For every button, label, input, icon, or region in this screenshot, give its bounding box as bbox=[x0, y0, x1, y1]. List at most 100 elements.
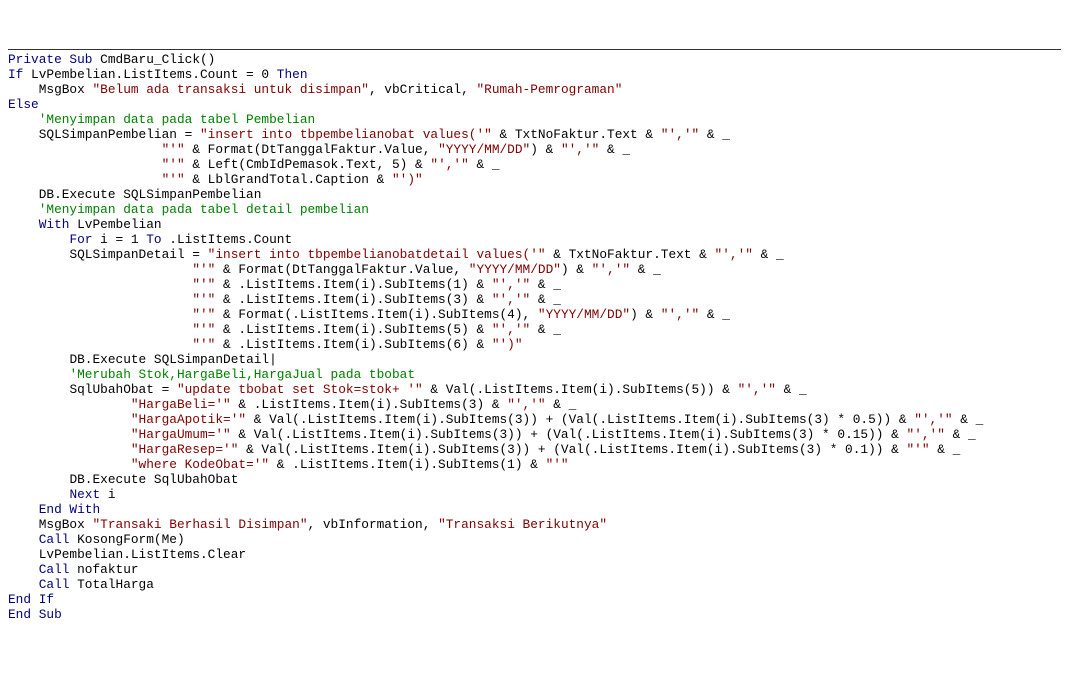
string-token: "','" bbox=[661, 127, 699, 142]
string-token: "','" bbox=[507, 397, 545, 412]
string-token: "YYYY/MM/DD" bbox=[538, 307, 630, 322]
ident-token: & Val(.ListItems.Item(i).SubItems(3)) + … bbox=[238, 442, 906, 457]
ident-token: KosongForm(Me) bbox=[69, 532, 184, 547]
code-line: End With bbox=[8, 502, 1061, 517]
ident-token: & Format(.ListItems.Item(i).SubItems(4), bbox=[215, 307, 538, 322]
code-line: "HargaResep='" & Val(.ListItems.Item(i).… bbox=[8, 442, 1061, 457]
string-token: "'" bbox=[192, 262, 215, 277]
string-token: "','" bbox=[492, 277, 530, 292]
ident-token: i = 1 bbox=[92, 232, 146, 247]
ident-token: & Val(.ListItems.Item(i).SubItems(3)) + … bbox=[246, 412, 914, 427]
ident-token: & _ bbox=[599, 142, 630, 157]
string-token: "'" bbox=[907, 442, 930, 457]
ident-token: & .ListItems.Item(i).SubItems(6) & bbox=[215, 337, 491, 352]
string-token: "')" bbox=[392, 172, 423, 187]
string-token: "YYYY/MM/DD" bbox=[469, 262, 561, 277]
code-line: Call nofaktur bbox=[8, 562, 1061, 577]
string-token: "'" bbox=[192, 277, 215, 292]
keyword-token: Private Sub bbox=[8, 52, 92, 67]
ident-token: & Left(CmbIdPemasok.Text, 5) & bbox=[185, 157, 431, 172]
code-line: SQLSimpanDetail = "insert into tbpembeli… bbox=[8, 247, 1061, 262]
ident-token: , vbInformation, bbox=[308, 517, 439, 532]
keyword-token: If bbox=[8, 67, 23, 82]
code-line: With LvPembelian bbox=[8, 217, 1061, 232]
code-line: "'" & LblGrandTotal.Caption & "')" bbox=[8, 172, 1061, 187]
code-line: "'" & .ListItems.Item(i).SubItems(1) & "… bbox=[8, 277, 1061, 292]
string-token: "'" bbox=[192, 307, 215, 322]
code-line: 'Menyimpan data pada tabel Pembelian bbox=[8, 112, 1061, 127]
ident-token: TotalHarga bbox=[69, 577, 153, 592]
string-token: "insert into tbpembelianobat values('" bbox=[200, 127, 492, 142]
string-token: "HargaBeli='" bbox=[131, 397, 231, 412]
ident-token: & Val(.ListItems.Item(i).SubItems(5)) & bbox=[423, 382, 738, 397]
ident-token: & _ bbox=[469, 157, 500, 172]
string-token: "','" bbox=[661, 307, 699, 322]
ident-token: & _ bbox=[530, 292, 561, 307]
string-token: "'" bbox=[192, 337, 215, 352]
code-line: 'Menyimpan data pada tabel detail pembel… bbox=[8, 202, 1061, 217]
string-token: "','" bbox=[914, 412, 952, 427]
ident-token: & _ bbox=[546, 397, 577, 412]
keyword-token: Call bbox=[39, 532, 70, 547]
code-line: "'" & Format(.ListItems.Item(i).SubItems… bbox=[8, 307, 1061, 322]
ident-token: & _ bbox=[699, 307, 730, 322]
ident-token: & .ListItems.Item(i).SubItems(3) & bbox=[231, 397, 507, 412]
code-line: DB.Execute SQLSimpanDetail| bbox=[8, 352, 1061, 367]
string-token: "','" bbox=[738, 382, 776, 397]
keyword-token: Call bbox=[39, 562, 70, 577]
string-token: "insert into tbpembelianobatdetail value… bbox=[208, 247, 546, 262]
string-token: "'" bbox=[162, 157, 185, 172]
code-line: "'" & .ListItems.Item(i).SubItems(5) & "… bbox=[8, 322, 1061, 337]
code-line: "HargaApotik='" & Val(.ListItems.Item(i)… bbox=[8, 412, 1061, 427]
ident-token: ) & bbox=[530, 142, 561, 157]
keyword-token: For bbox=[69, 232, 92, 247]
ident-token: & Format(DtTanggalFaktur.Value, bbox=[215, 262, 468, 277]
string-token: "Transaki Berhasil Disimpan" bbox=[92, 517, 307, 532]
string-token: "','" bbox=[561, 142, 599, 157]
code-line: "'" & Left(CmbIdPemasok.Text, 5) & "','"… bbox=[8, 157, 1061, 172]
string-token: "','" bbox=[715, 247, 753, 262]
ident-token: SqlUbahObat = bbox=[69, 382, 177, 397]
ident-token: LvPembelian.ListItems.Count = 0 bbox=[23, 67, 276, 82]
code-line: For i = 1 To .ListItems.Count bbox=[8, 232, 1061, 247]
code-line: MsgBox "Belum ada transaksi untuk disimp… bbox=[8, 82, 1061, 97]
code-line: SqlUbahObat = "update tbobat set Stok=st… bbox=[8, 382, 1061, 397]
ident-token: & _ bbox=[930, 442, 961, 457]
code-line: "'" & .ListItems.Item(i).SubItems(3) & "… bbox=[8, 292, 1061, 307]
string-token: "','" bbox=[492, 292, 530, 307]
string-token: "Rumah-Pemrograman" bbox=[476, 82, 622, 97]
ident-token: DB.Execute SqlUbahObat bbox=[69, 472, 238, 487]
ident-token: ) & bbox=[630, 307, 661, 322]
string-token: "'" bbox=[546, 457, 569, 472]
string-token: "HargaResep='" bbox=[131, 442, 239, 457]
ident-token: & Format(DtTanggalFaktur.Value, bbox=[185, 142, 438, 157]
ident-token: ) & bbox=[561, 262, 592, 277]
ident-token: MsgBox bbox=[39, 82, 93, 97]
code-line: Next i bbox=[8, 487, 1061, 502]
string-token: "YYYY/MM/DD" bbox=[438, 142, 530, 157]
string-token: "update tbobat set Stok=stok+ '" bbox=[177, 382, 423, 397]
string-token: "','" bbox=[430, 157, 468, 172]
keyword-token: Call bbox=[39, 577, 70, 592]
comment-token: 'Menyimpan data pada tabel detail pembel… bbox=[39, 202, 369, 217]
ident-token: & TxtNoFaktur.Text & bbox=[492, 127, 661, 142]
ident-token: CmdBaru_Click() bbox=[92, 52, 215, 67]
string-token: "'" bbox=[192, 292, 215, 307]
code-editor[interactable]: Private Sub CmdBaru_Click()If LvPembelia… bbox=[8, 49, 1061, 622]
string-token: "','" bbox=[907, 427, 945, 442]
string-token: "HargaUmum='" bbox=[131, 427, 231, 442]
string-token: "where KodeObat='" bbox=[131, 457, 269, 472]
keyword-token: Else bbox=[8, 97, 39, 112]
code-line: MsgBox "Transaki Berhasil Disimpan", vbI… bbox=[8, 517, 1061, 532]
code-line: Private Sub CmdBaru_Click() bbox=[8, 52, 1061, 67]
code-line: "'" & .ListItems.Item(i).SubItems(6) & "… bbox=[8, 337, 1061, 352]
ident-token: & .ListItems.Item(i).SubItems(3) & bbox=[215, 292, 491, 307]
ident-token: & .ListItems.Item(i).SubItems(1) & bbox=[269, 457, 545, 472]
code-line: Call KosongForm(Me) bbox=[8, 532, 1061, 547]
code-line: If LvPembelian.ListItems.Count = 0 Then bbox=[8, 67, 1061, 82]
code-line: Else bbox=[8, 97, 1061, 112]
code-line: LvPembelian.ListItems.Clear bbox=[8, 547, 1061, 562]
ident-token: & _ bbox=[530, 277, 561, 292]
code-line: End Sub bbox=[8, 607, 1061, 622]
ident-token: & .ListItems.Item(i).SubItems(5) & bbox=[215, 322, 491, 337]
